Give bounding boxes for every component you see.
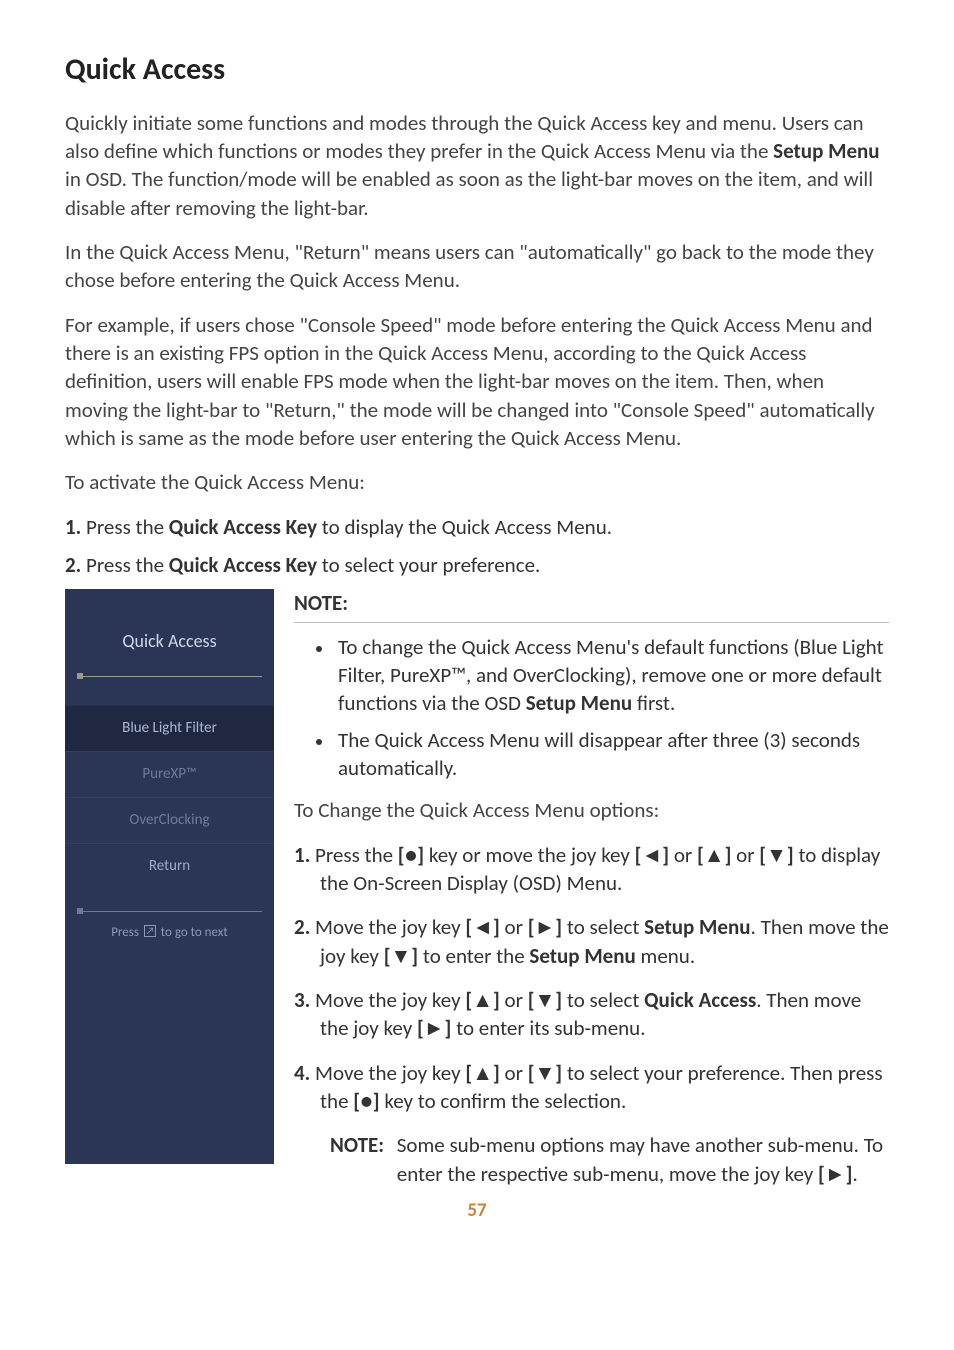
n: 4. <box>294 1060 310 1086</box>
tick-icon <box>77 673 83 679</box>
intro-para-3: For example, if users chose "Console Spe… <box>65 311 889 453</box>
top-step-2: 2. Press the Quick Access Key to select … <box>65 551 889 579</box>
t: key to confirm the selection. <box>380 1088 627 1114</box>
t: menu. <box>636 943 695 969</box>
intro-1a: Quickly initiate some functions and mode… <box>65 110 864 164</box>
t: to select <box>562 914 644 940</box>
next-icon <box>144 925 156 937</box>
t: or <box>500 987 528 1013</box>
t: Press the <box>310 842 398 868</box>
n: 1. <box>294 842 310 868</box>
panel-hint: Press to go to next <box>65 924 274 942</box>
k: [►] <box>818 1161 852 1187</box>
panel-item-return[interactable]: Return <box>65 843 274 889</box>
page-number: 57 <box>65 1198 889 1224</box>
change-intro: To Change the Quick Access Menu options: <box>294 796 889 824</box>
t: to enter its sub-menu. <box>451 1015 645 1041</box>
t: Move the joy key <box>310 1060 465 1086</box>
k: [▼] <box>528 987 562 1013</box>
page-title: Quick Access <box>65 50 889 91</box>
t: Setup Menu <box>526 690 632 716</box>
panel-item-overclocking[interactable]: OverClocking <box>65 797 274 843</box>
panel-title: Quick Access <box>65 629 274 653</box>
t: or <box>500 914 528 940</box>
quick-access-panel: Quick Access Blue Light Filter PureXP™ O… <box>65 589 274 1164</box>
tick-icon <box>77 908 83 914</box>
intro-para-4: To activate the Quick Access Menu: <box>65 468 889 496</box>
t: or <box>669 842 697 868</box>
k: [►] <box>528 914 562 940</box>
k: [●] <box>353 1088 379 1114</box>
top-step-1: 1. Press the Quick Access Key to display… <box>65 513 889 541</box>
b: Quick Access <box>644 987 756 1013</box>
hint-a: Press <box>111 925 142 940</box>
change-step-2: 2. Move the joy key [◄] or [►] to select… <box>294 913 889 970</box>
k: [●] <box>398 842 424 868</box>
t: . <box>852 1161 857 1187</box>
note-bullet-1: To change the Quick Access Menu's defaul… <box>334 633 889 718</box>
note-heading: NOTE: <box>294 589 889 622</box>
change-step-1: 1. Press the [●] key or move the joy key… <box>294 841 889 898</box>
k: [◄] <box>635 842 669 868</box>
note-bullet-2: The Quick Access Menu will disappear aft… <box>334 726 889 783</box>
t: Quick Access Key <box>169 552 317 578</box>
n: 3. <box>294 987 310 1013</box>
t: first. <box>632 690 675 716</box>
t: Press the <box>81 552 169 578</box>
t: Press the <box>81 514 169 540</box>
t: or <box>500 1060 528 1086</box>
change-step-4: 4. Move the joy key [▲] or [▼] to select… <box>294 1059 889 1116</box>
t: or <box>731 842 759 868</box>
t: to enter the <box>418 943 529 969</box>
sub-note: NOTE: Some sub-menu options may have ano… <box>294 1131 889 1188</box>
k: [▲] <box>465 1060 499 1086</box>
intro-para-1: Quickly initiate some functions and mode… <box>65 109 889 222</box>
panel-item-blue-light[interactable]: Blue Light Filter <box>65 705 274 751</box>
k: [▲] <box>697 842 731 868</box>
intro-1b-bold: Setup Menu <box>773 138 879 164</box>
t: Some sub-menu options may have another s… <box>397 1132 883 1186</box>
t: to select <box>562 987 644 1013</box>
panel-item-purexp[interactable]: PureXP™ <box>65 751 274 797</box>
k: [►] <box>417 1015 451 1041</box>
panel-divider <box>83 911 262 912</box>
intro-1c: in OSD. The function/mode will be enable… <box>65 166 873 220</box>
k: [▲] <box>465 987 499 1013</box>
panel-divider <box>83 676 262 677</box>
n: 2. <box>294 914 310 940</box>
t: Quick Access Key <box>169 514 317 540</box>
k: [▼] <box>528 1060 562 1086</box>
k: [▼] <box>384 943 418 969</box>
b: Setup Menu <box>529 943 635 969</box>
step-num: 1. <box>65 514 81 540</box>
t: Move the joy key <box>310 987 465 1013</box>
step-num: 2. <box>65 552 81 578</box>
k: [◄] <box>465 914 499 940</box>
t: key or move the joy key <box>424 842 635 868</box>
t: to select your preference. <box>317 552 540 578</box>
intro-para-2: In the Quick Access Menu, "Return" means… <box>65 238 889 295</box>
subnote-label: NOTE: <box>330 1131 392 1159</box>
hint-b: to go to next <box>158 925 228 940</box>
k: [▼] <box>759 842 793 868</box>
change-step-3: 3. Move the joy key [▲] or [▼] to select… <box>294 986 889 1043</box>
b: Setup Menu <box>644 914 750 940</box>
t: to display the Quick Access Menu. <box>317 514 612 540</box>
t: Move the joy key <box>310 914 465 940</box>
